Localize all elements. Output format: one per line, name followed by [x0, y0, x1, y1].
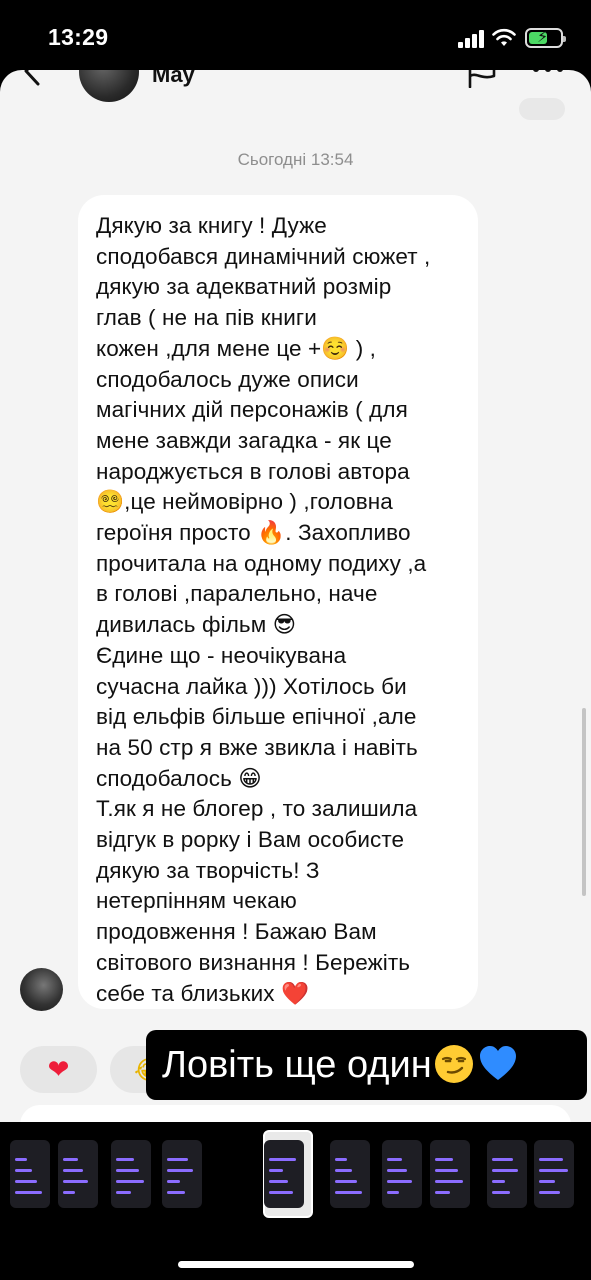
home-indicator: [178, 1261, 414, 1268]
message-composer[interactable]: [20, 1105, 571, 1122]
message-line: себе та близьких ❤️: [96, 980, 310, 1006]
message-line: дякую за творчість! З: [96, 857, 320, 883]
blue-heart-icon: [479, 1046, 516, 1080]
smirking-face-icon: [434, 1045, 473, 1083]
signal-icon: [458, 30, 486, 48]
status-time: 13:29: [48, 24, 109, 50]
story-thumbnail[interactable]: [382, 1140, 422, 1208]
flag-icon[interactable]: [466, 70, 498, 88]
story-thumbnail[interactable]: [430, 1140, 470, 1208]
contact-name[interactable]: May: [152, 70, 195, 88]
message-line: народжується в голові автора: [96, 458, 410, 484]
message-line: сподобався динамічний сюжет ,: [96, 243, 431, 269]
message-line: відгук в рорку і Вам особисте: [96, 827, 405, 853]
story-caption: Ловіть ще один: [146, 1030, 587, 1100]
message-line: магічних дій персонажів ( для: [96, 397, 408, 423]
message-line: нетерпінням чекаю: [96, 888, 297, 914]
more-icon[interactable]: [532, 70, 564, 76]
message-line: дивилась фільм 😎: [96, 612, 297, 638]
sender-avatar[interactable]: [20, 968, 63, 1011]
message-line: сподобалось дуже описи: [96, 366, 359, 392]
status-bar: 13:29 ⚡: [0, 0, 591, 70]
message-line: сучасна лайка ))) Хотілось би: [96, 673, 407, 699]
message-line: світового визнання ! Бережіть: [96, 949, 411, 975]
caption-text: Ловіть ще один: [162, 1044, 432, 1086]
message-line: сподобалось 😁: [96, 765, 262, 791]
message-line: Єдине що - неочікувана: [96, 642, 347, 668]
message-line: продовження ! Бажаю Вам: [96, 919, 377, 945]
heart-reaction[interactable]: ❤: [20, 1046, 97, 1093]
story-thumbnail[interactable]: [10, 1140, 50, 1208]
story-thumbnail[interactable]: [264, 1140, 304, 1208]
message-line: від ельфів більше епічної ,але: [96, 704, 417, 730]
back-icon[interactable]: [20, 70, 50, 86]
message-line: Дякую за книгу ! Дуже: [96, 213, 327, 238]
scroll-indicator: [582, 708, 586, 896]
chat-screenshot: May Сьогодні 13:54 Дякую за книгу ! Дуже…: [0, 70, 591, 1122]
message-bubble: Дякую за книгу ! Дуже сподобався динамічн…: [78, 195, 478, 1009]
wifi-icon: [492, 28, 516, 46]
message-line: в голові ,паралельно, наче: [96, 581, 378, 607]
message-line: глав ( не на пів книги: [96, 305, 317, 331]
message-line: Т.як я не блогер , то залишила: [96, 796, 418, 822]
chat-header: May: [0, 70, 591, 114]
message-line: дякую за адекватний розмір: [96, 274, 392, 300]
message-line: кожен ,для мене це +☺️ ) ,: [96, 335, 377, 361]
battery-charging-icon: ⚡: [525, 28, 566, 48]
story-thumbnail[interactable]: [162, 1140, 202, 1208]
message-timestamp: Сьогодні 13:54: [237, 150, 354, 169]
story-thumbnail[interactable]: [111, 1140, 151, 1208]
story-thumbnail[interactable]: [58, 1140, 98, 1208]
heart-icon: ❤: [47, 1054, 70, 1084]
story-thumbnail[interactable]: [330, 1140, 370, 1208]
message-line: мене завжди загадка - як це: [96, 427, 392, 453]
message-line: героїня просто 🔥. Захопливо: [96, 520, 411, 546]
contact-avatar[interactable]: [79, 70, 139, 102]
header-pill: [519, 98, 565, 120]
story-thumbnail[interactable]: [534, 1140, 574, 1208]
story-thumbnail[interactable]: [487, 1140, 527, 1208]
message-line: 😵‍💫,це неймовірно ) ,головна: [96, 489, 393, 515]
message-line: на 50 стр я вже звикла і навіть: [96, 734, 418, 760]
message-line: прочитала на одному подиху ,а: [96, 550, 427, 576]
